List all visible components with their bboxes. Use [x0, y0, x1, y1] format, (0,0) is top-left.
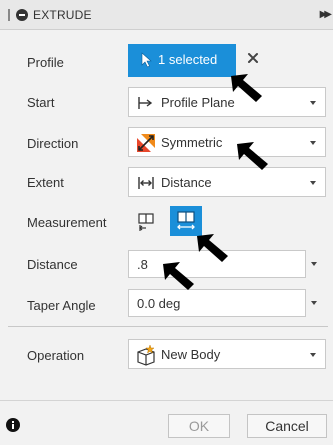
half-length-icon[interactable]: [134, 210, 158, 234]
new-body-icon: [137, 344, 155, 366]
profile-selection-text: 1 selected: [158, 52, 218, 67]
arrow-pointer-icon: [231, 74, 262, 102]
dialog-header: EXTRUDE ▶▶: [0, 0, 333, 30]
arrow-pointer-icon: [197, 234, 228, 262]
operation-dropdown[interactable]: New Body: [128, 339, 326, 369]
symmetric-icon: [137, 134, 155, 152]
taper-angle-field[interactable]: [129, 290, 305, 316]
cancel-button[interactable]: Cancel: [247, 414, 327, 438]
info-icon[interactable]: [6, 418, 20, 432]
select-cursor-icon: [141, 52, 152, 68]
operation-value: New Body: [161, 347, 221, 362]
expand-arrows-icon[interactable]: ▶▶: [320, 9, 333, 20]
operation-label: Operation: [27, 348, 85, 363]
extent-label: Extent: [27, 175, 64, 190]
chevron-down-icon: [310, 101, 316, 105]
ok-button[interactable]: OK: [168, 414, 230, 438]
start-dropdown[interactable]: Profile Plane: [128, 87, 326, 117]
chevron-down-icon: [310, 353, 316, 357]
distance-icon: [138, 177, 154, 189]
arrow-pointer-icon: [237, 142, 268, 170]
extent-dropdown[interactable]: Distance: [128, 167, 326, 197]
chevron-down-icon: [310, 141, 316, 145]
footer-divider: [0, 400, 333, 401]
direction-value: Symmetric: [161, 135, 223, 150]
distance-label: Distance: [27, 257, 78, 272]
arrow-pointer-icon: [163, 262, 194, 290]
direction-label: Direction: [27, 136, 79, 151]
start-value: Profile Plane: [161, 95, 235, 110]
taper-angle-dropdown-icon[interactable]: [311, 301, 317, 305]
start-label: Start: [27, 95, 55, 110]
distance-dropdown-icon[interactable]: [311, 262, 317, 266]
taper-angle-label: Taper Angle: [27, 298, 96, 313]
profile-label: Profile: [27, 55, 64, 70]
dialog-title: EXTRUDE: [33, 8, 92, 22]
profile-selection-button[interactable]: 1 selected: [128, 44, 236, 77]
clear-selection-icon[interactable]: [246, 51, 260, 65]
section-divider: [8, 326, 328, 327]
drag-handle-icon[interactable]: [8, 9, 10, 21]
taper-angle-input[interactable]: [128, 289, 306, 317]
collapse-dialog-icon[interactable]: [16, 9, 28, 21]
direction-dropdown[interactable]: Symmetric: [128, 127, 326, 157]
profile-plane-icon: [138, 97, 153, 109]
measurement-label: Measurement: [27, 215, 107, 230]
chevron-down-icon: [310, 181, 316, 185]
extent-value: Distance: [161, 175, 212, 190]
